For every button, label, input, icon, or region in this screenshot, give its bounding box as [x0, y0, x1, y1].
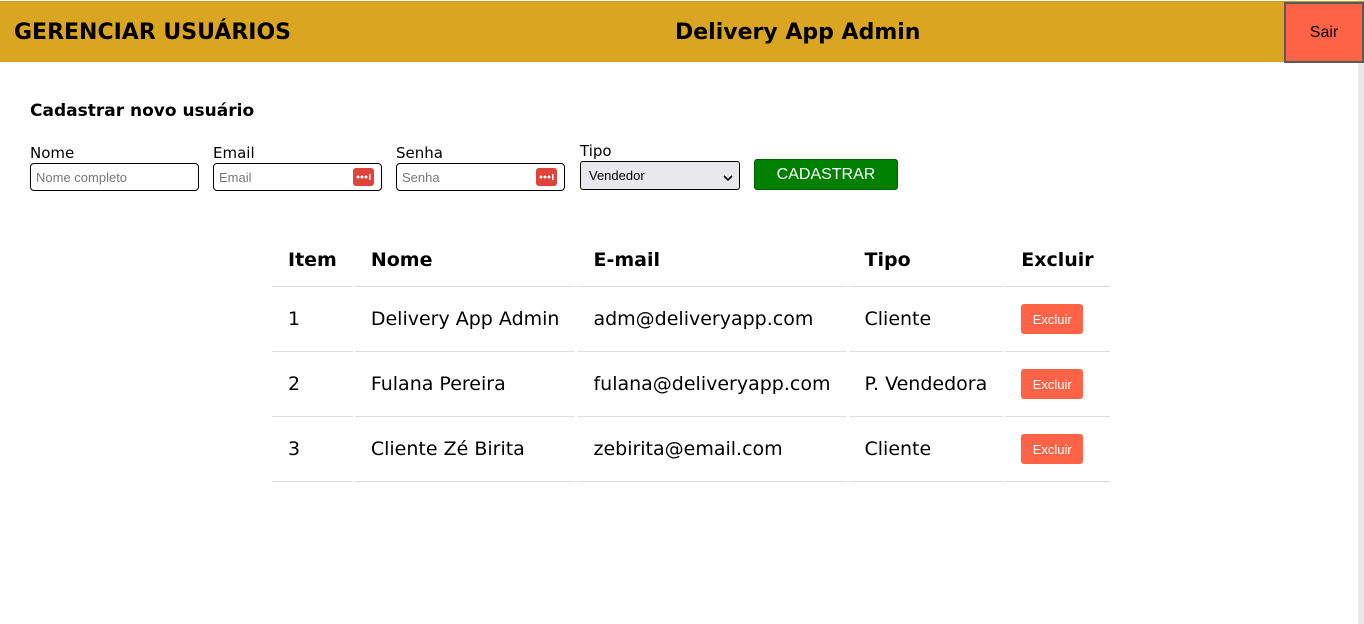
cell-email: fulana@deliveryapp.com — [577, 352, 847, 417]
cell-item: 1 — [272, 287, 353, 352]
cell-email: adm@deliveryapp.com — [577, 287, 847, 352]
password-manager-icon[interactable] — [353, 168, 374, 186]
cell-action: Excluir — [1005, 417, 1110, 482]
column-header-nome: Nome — [354, 233, 576, 287]
scrollbar-track[interactable] — [1358, 0, 1364, 624]
cell-action: Excluir — [1005, 287, 1110, 352]
cell-nome: Delivery App Admin — [354, 287, 576, 352]
table-header-row: Item Nome E-mail Tipo Excluir — [272, 233, 1110, 287]
name-label: Nome — [30, 144, 75, 162]
type-label: Tipo — [580, 142, 612, 160]
cell-tipo: P. Vendedora — [848, 352, 1004, 417]
chevron-down-icon — [723, 170, 733, 185]
table-row: 2 Fulana Pereira fulana@deliveryapp.com … — [272, 352, 1110, 417]
cell-item: 3 — [272, 417, 353, 482]
app-title: Delivery App Admin — [675, 20, 921, 45]
delete-button[interactable]: Excluir — [1021, 434, 1084, 464]
cell-item: 2 — [272, 352, 353, 417]
delete-button[interactable]: Excluir — [1021, 369, 1084, 399]
table-row: 3 Cliente Zé Birita zebirita@email.com C… — [272, 417, 1110, 482]
users-table: Item Nome E-mail Tipo Excluir 1 Delivery… — [270, 233, 1112, 482]
column-header-email: E-mail — [577, 233, 847, 287]
cell-nome: Cliente Zé Birita — [354, 417, 576, 482]
password-label: Senha — [396, 144, 443, 162]
column-header-item: Item — [272, 233, 353, 287]
cell-tipo: Cliente — [848, 417, 1004, 482]
delete-button[interactable]: Excluir — [1021, 304, 1084, 334]
register-button[interactable]: CADASTRAR — [754, 159, 898, 190]
page-title: GERENCIAR USUÁRIOS — [14, 20, 292, 45]
cell-email: zebirita@email.com — [577, 417, 847, 482]
form-title: Cadastrar novo usuário — [30, 101, 255, 121]
cell-nome: Fulana Pereira — [354, 352, 576, 417]
column-header-excluir: Excluir — [1005, 233, 1110, 287]
password-manager-icon[interactable] — [536, 168, 557, 186]
logout-button[interactable]: Sair — [1284, 2, 1364, 63]
email-label: Email — [213, 144, 255, 162]
cell-tipo: Cliente — [848, 287, 1004, 352]
column-header-tipo: Tipo — [848, 233, 1004, 287]
type-select[interactable]: Vendedor — [580, 161, 740, 190]
type-select-value: Vendedor — [589, 168, 645, 183]
name-input[interactable] — [30, 163, 199, 191]
table-row: 1 Delivery App Admin adm@deliveryapp.com… — [272, 287, 1110, 352]
cell-action: Excluir — [1005, 352, 1110, 417]
top-bar: GERENCIAR USUÁRIOS Delivery App Admin Sa… — [0, 1, 1364, 63]
